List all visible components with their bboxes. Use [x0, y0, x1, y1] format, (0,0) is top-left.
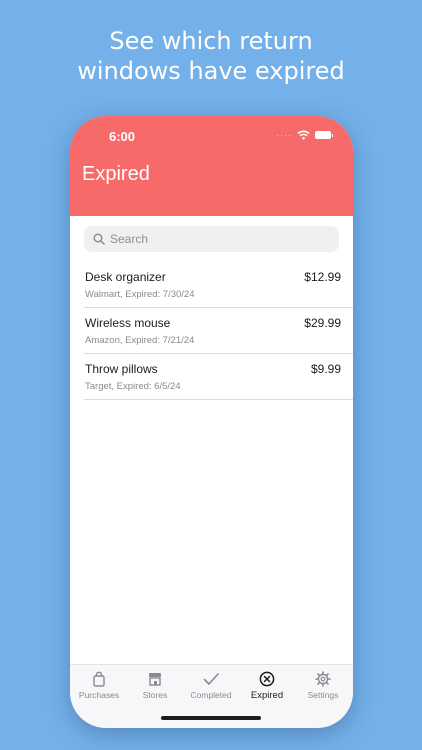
- item-price: $12.99: [304, 270, 341, 284]
- tab-stores[interactable]: Stores: [127, 671, 183, 700]
- tab-purchases[interactable]: Purchases: [71, 671, 127, 700]
- app-header: 6:00 ···· Expired: [70, 116, 353, 216]
- tab-settings[interactable]: Settings: [295, 671, 351, 700]
- page-title: Expired: [82, 163, 150, 185]
- tab-label: Completed: [190, 690, 232, 700]
- list-item[interactable]: Throw pillows Target, Expired: 6/5/24 $9…: [84, 354, 353, 400]
- checkmark-icon: [203, 673, 219, 685]
- tab-label: Settings: [307, 690, 339, 700]
- storefront-icon: [149, 673, 161, 686]
- list-item[interactable]: Wireless mouse Amazon, Expired: 7/21/24 …: [84, 308, 353, 354]
- battery-icon: [315, 131, 333, 139]
- status-icons: ····: [276, 130, 333, 140]
- item-subtitle: Walmart, Expired: 7/30/24: [85, 289, 195, 300]
- search-input[interactable]: [110, 232, 310, 246]
- item-price: $29.99: [304, 316, 341, 330]
- item-price: $9.99: [310, 362, 341, 376]
- home-indicator: [161, 716, 261, 720]
- item-subtitle: Target, Expired: 6/5/24: [85, 381, 181, 392]
- shopping-bag-icon: [93, 671, 105, 687]
- tab-bar: Purchases Stores Completed Expired Setti…: [70, 664, 353, 728]
- x-circle-icon: [259, 671, 275, 687]
- search-icon: [93, 233, 105, 245]
- promo-headline: See which return windows have expired: [0, 26, 422, 86]
- tab-completed[interactable]: Completed: [183, 671, 239, 700]
- tab-label: Purchases: [78, 690, 120, 700]
- gear-icon: [315, 671, 331, 687]
- status-time: 6:00: [109, 129, 136, 144]
- signal-icon: ····: [276, 130, 292, 140]
- tab-label: Stores: [142, 690, 168, 700]
- list-item[interactable]: Desk organizer Walmart, Expired: 7/30/24…: [84, 262, 353, 308]
- headline-line-1: See which return: [109, 27, 313, 55]
- wifi-icon: [297, 130, 310, 140]
- expired-list: Desk organizer Walmart, Expired: 7/30/24…: [84, 262, 353, 400]
- tab-expired[interactable]: Expired: [239, 671, 295, 701]
- item-name: Throw pillows: [85, 362, 158, 376]
- item-subtitle: Amazon, Expired: 7/21/24: [85, 335, 195, 346]
- phone-screen: 6:00 ···· Expired Desk organizer Walmart…: [70, 116, 353, 728]
- headline-line-2: windows have expired: [77, 57, 345, 85]
- tab-label: Expired: [250, 690, 284, 701]
- item-name: Wireless mouse: [85, 316, 171, 330]
- item-name: Desk organizer: [85, 270, 166, 284]
- search-bar[interactable]: [84, 226, 339, 252]
